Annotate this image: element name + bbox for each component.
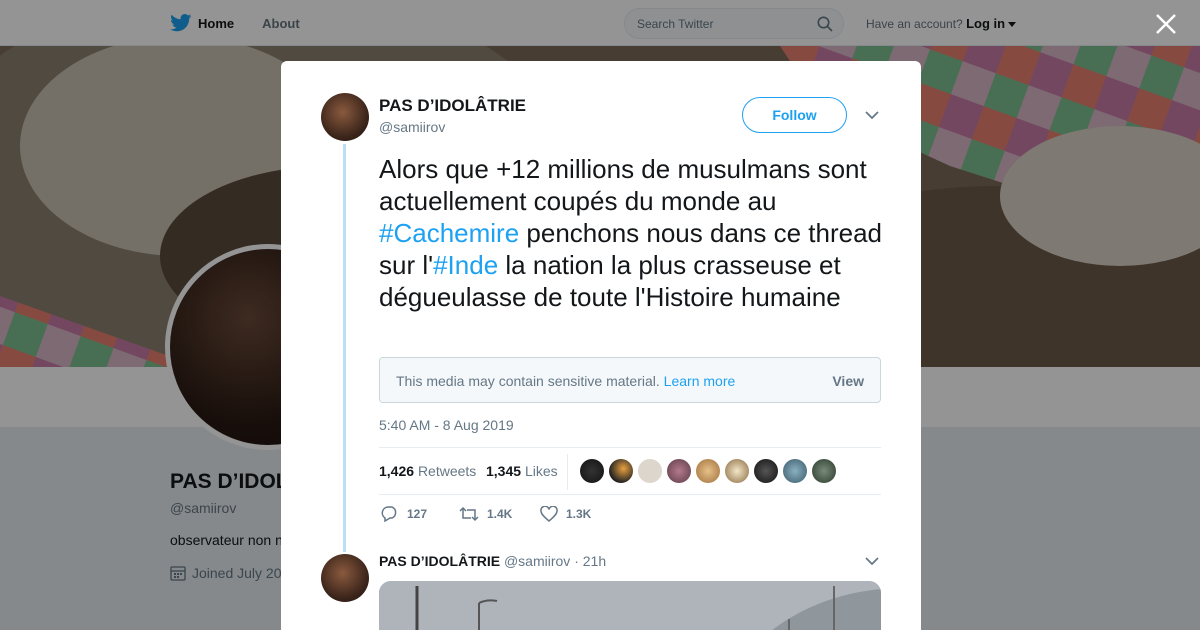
- liker-avatar[interactable]: [580, 459, 604, 483]
- like-button[interactable]: 1.3K: [540, 506, 591, 522]
- liker-avatar[interactable]: [696, 459, 720, 483]
- learn-more-link[interactable]: Learn more: [664, 373, 736, 389]
- follow-button[interactable]: Follow: [742, 97, 847, 133]
- tweet-timestamp[interactable]: 5:40 AM - 8 Aug 2019: [379, 417, 514, 433]
- tweet-text: Alors que +12 millions de musulmans sont…: [379, 153, 889, 313]
- reply-time[interactable]: 21h: [583, 553, 606, 569]
- retweet-count: 1.4K: [487, 507, 513, 521]
- likes-label: Likes: [524, 463, 558, 479]
- tweet-stats: 1,426 Retweets 1,345 Likes: [379, 447, 881, 495]
- thread-connector: [343, 144, 346, 552]
- hashtag-link[interactable]: #Cachemire: [379, 218, 519, 248]
- reply-author-avatar[interactable]: [321, 554, 369, 602]
- heart-icon: [540, 506, 558, 522]
- liker-avatar[interactable]: [609, 459, 633, 483]
- likes-stat[interactable]: 1,345 Likes: [486, 463, 558, 479]
- author-handle[interactable]: @samiirov: [379, 119, 445, 135]
- reply-count: 127: [407, 507, 428, 521]
- retweets-label: Retweets: [417, 463, 477, 479]
- sensitive-notice-text: This media may contain sensitive materia…: [396, 373, 660, 389]
- retweet-button[interactable]: 1.4K: [459, 506, 512, 522]
- liker-avatar[interactable]: [783, 459, 807, 483]
- hashtag-link[interactable]: #Inde: [433, 250, 498, 280]
- liker-avatar[interactable]: [812, 459, 836, 483]
- reply-media-preview[interactable]: [379, 581, 881, 630]
- author-avatar[interactable]: [321, 93, 369, 141]
- retweets-count: 1,426: [379, 463, 415, 479]
- reply-button[interactable]: 127: [381, 506, 427, 522]
- reply-icon: [381, 506, 397, 522]
- close-icon[interactable]: [1155, 13, 1177, 35]
- view-media-button[interactable]: View: [832, 373, 864, 389]
- tweet-modal: PAS D’IDOLÂTRIE @samiirov Follow Alors q…: [281, 61, 921, 630]
- likes-count: 1,345: [486, 463, 522, 479]
- retweets-stat[interactable]: 1,426 Retweets: [379, 463, 476, 479]
- liker-avatar[interactable]: [667, 459, 691, 483]
- sensitive-media-notice: This media may contain sensitive materia…: [379, 357, 881, 403]
- liker-avatars: [580, 459, 836, 483]
- reply-header: PAS D’IDOLÂTRIE @samiirov · 21h: [379, 553, 606, 569]
- author-name[interactable]: PAS D’IDOLÂTRIE: [379, 96, 526, 116]
- tweet-text-part1: Alors que +12 millions de musulmans sont…: [379, 154, 867, 216]
- liker-avatar[interactable]: [754, 459, 778, 483]
- reply-author-handle[interactable]: @samiirov: [504, 553, 570, 569]
- stats-divider: [567, 454, 568, 490]
- liker-avatar[interactable]: [638, 459, 662, 483]
- liker-avatar[interactable]: [725, 459, 749, 483]
- chevron-down-icon[interactable]: [865, 110, 879, 120]
- retweet-icon: [459, 506, 479, 522]
- reply-author-name[interactable]: PAS D’IDOLÂTRIE: [379, 553, 500, 569]
- like-count: 1.3K: [566, 507, 592, 521]
- chevron-down-icon[interactable]: [865, 556, 879, 566]
- reply-separator: ·: [574, 553, 579, 569]
